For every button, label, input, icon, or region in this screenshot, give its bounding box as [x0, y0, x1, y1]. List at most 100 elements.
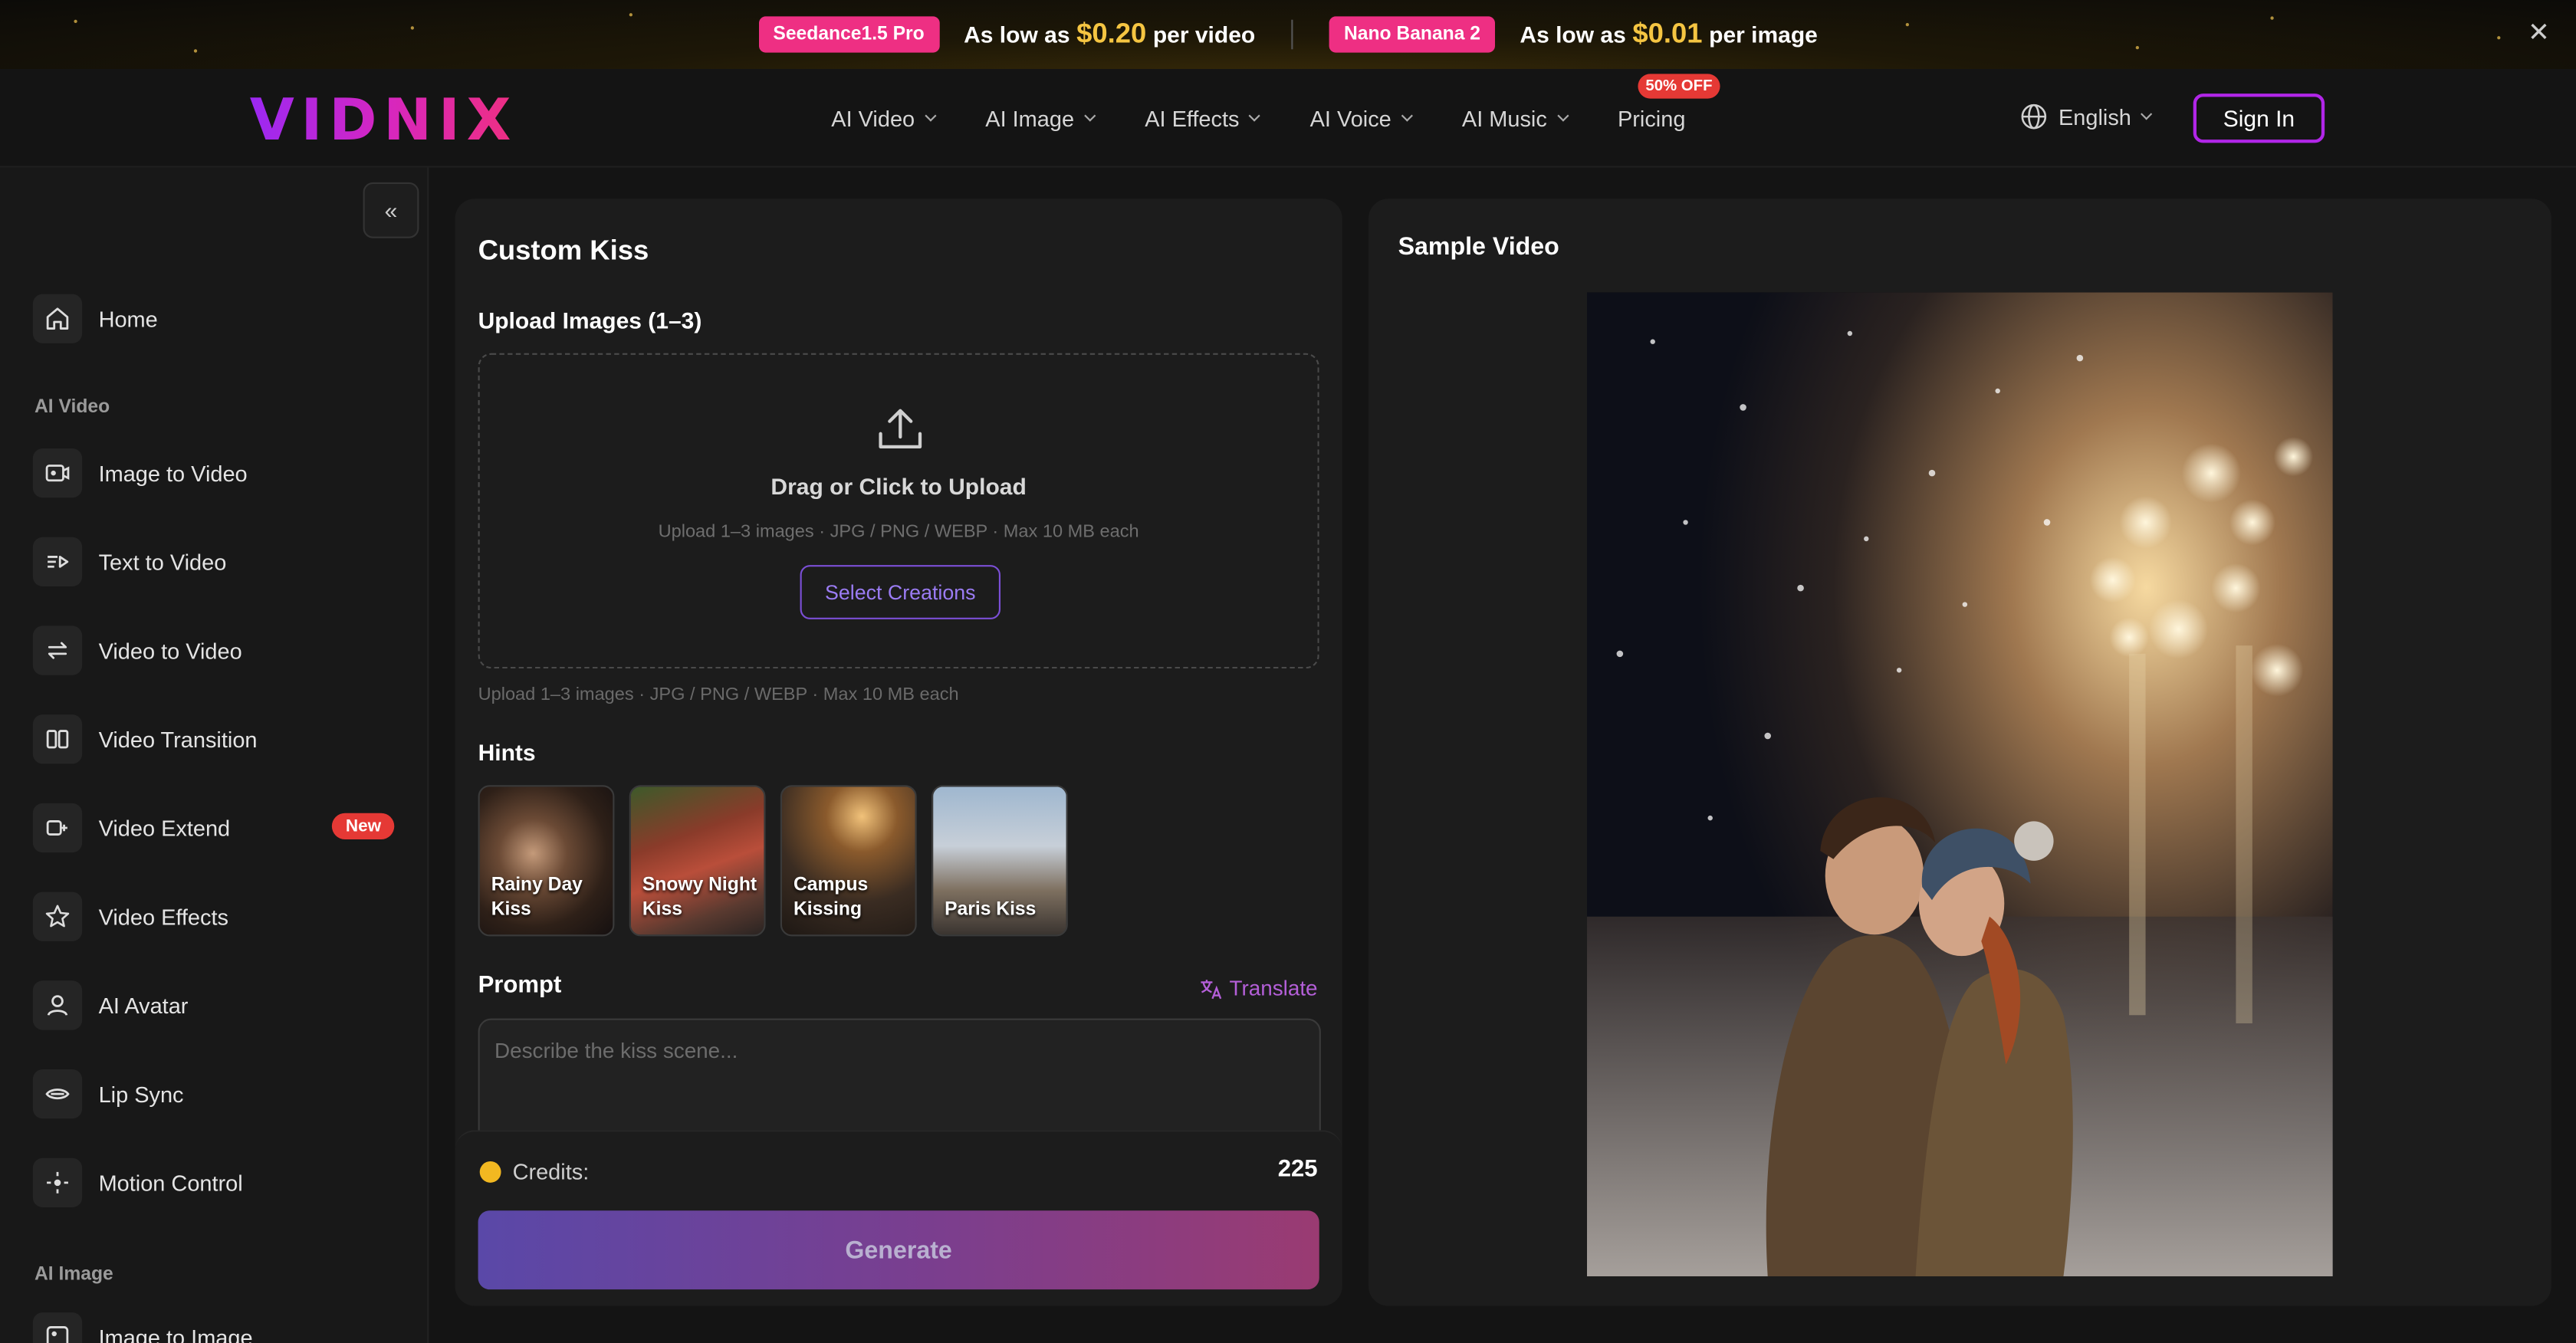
promo-seedance[interactable]: Seedance1.5 Pro As low as $0.20 per vide…: [758, 16, 1256, 53]
sparkle: [193, 49, 198, 53]
translate-button[interactable]: Translate: [1200, 976, 1318, 1000]
chevron-down-icon: [1249, 110, 1261, 122]
svg-text:VIDNIX: VIDNIX: [250, 87, 513, 149]
sample-video-frame: [1587, 292, 2333, 1276]
hint-snowy-night-kiss[interactable]: Snowy Night Kiss: [629, 785, 766, 937]
select-creations-button[interactable]: Select Creations: [800, 565, 1001, 619]
app-root: Seedance1.5 Pro As low as $0.20 per vide…: [0, 0, 2576, 1343]
promo-nano-banana[interactable]: Nano Banana 2 As low as $0.01 per image: [1329, 16, 1818, 53]
discount-badge: 50% OFF: [1637, 73, 1721, 98]
vidnix-logo[interactable]: VIDNIX: [250, 87, 516, 149]
custom-kiss-panel: Custom Kiss Upload Images (1–3) Drag or …: [455, 199, 1342, 1306]
sidebar-item-video-to-video[interactable]: Video to Video: [32, 624, 394, 677]
sidebar-item-motion-control[interactable]: Motion Control: [32, 1157, 394, 1210]
nav-ai-effects[interactable]: AI Effects: [1145, 106, 1261, 131]
translate-label: Translate: [1229, 975, 1318, 1000]
promo-suffix: per image: [1709, 21, 1818, 48]
sidebar-item-video-extend[interactable]: Video Extend New: [32, 802, 395, 855]
nav-pricing[interactable]: Pricing 50% OFF: [1617, 73, 1721, 131]
hint-label: Paris Kiss: [945, 900, 1037, 920]
sidebar-item-label: Motion Control: [98, 1170, 243, 1195]
nav-ai-voice[interactable]: AI Voice: [1309, 106, 1413, 131]
promo-suffix: per video: [1152, 21, 1256, 48]
sample-video-player[interactable]: [1587, 292, 2333, 1276]
sidebar-item-home[interactable]: Home: [32, 292, 394, 345]
generate-button[interactable]: Generate: [478, 1210, 1319, 1290]
sparkle: [74, 19, 77, 23]
sidebar-item-image-to-image[interactable]: Image to Image: [32, 1311, 394, 1343]
lip-sync-icon: [32, 1069, 83, 1119]
hint-rainy-day-kiss[interactable]: Rainy Day Kiss: [478, 785, 615, 937]
nav-label: AI Image: [985, 106, 1075, 131]
chevron-down-icon: [1083, 110, 1096, 122]
nav-label: Pricing: [1617, 106, 1686, 131]
sample-video-panel: Sample Video: [1368, 199, 2551, 1306]
credits-label: Credits:: [512, 1159, 590, 1184]
sidebar-item-label: AI Avatar: [98, 993, 189, 1018]
user-icon: [32, 980, 83, 1030]
chevron-down-icon: [1556, 110, 1569, 122]
chevron-down-icon: [924, 110, 937, 122]
hints-heading: Hints: [478, 739, 536, 766]
sidebar-item-lip-sync[interactable]: Lip Sync: [32, 1068, 394, 1121]
dropzone-subtext: Upload 1–3 images · JPG / PNG / WEBP · M…: [658, 522, 1139, 543]
hint-campus-kissing[interactable]: Campus Kissing: [780, 785, 917, 937]
upload-note: Upload 1–3 images · JPG / PNG / WEBP · M…: [478, 685, 959, 705]
home-icon: [32, 294, 83, 343]
promo-badge-nano: Nano Banana 2: [1329, 16, 1496, 53]
sparkle: [2270, 16, 2274, 20]
promo-banner[interactable]: Seedance1.5 Pro As low as $0.20 per vide…: [0, 0, 2576, 69]
nav-ai-music[interactable]: AI Music: [1461, 106, 1569, 131]
language-label: English: [2058, 104, 2131, 130]
sidebar-item-text-to-video[interactable]: Text to Video: [32, 536, 394, 589]
upload-dropzone[interactable]: Drag or Click to Upload Upload 1–3 image…: [478, 353, 1319, 669]
hint-paris-kiss[interactable]: Paris Kiss: [932, 785, 1068, 937]
video-to-video-icon: [32, 626, 83, 675]
sparkle: [629, 13, 632, 17]
sidebar-section-ai-video: AI Video: [34, 397, 110, 418]
chevron-down-icon: [2141, 108, 2153, 120]
promo-divider: [1291, 19, 1293, 50]
promo-price: $0.01: [1632, 18, 1703, 50]
motion-control-icon: [32, 1157, 83, 1207]
nav-label: AI Video: [831, 106, 915, 131]
double-chevron-left-icon: «: [384, 197, 398, 224]
sparkle: [2135, 46, 2139, 50]
page-title: Custom Kiss: [478, 235, 649, 267]
nav-label: AI Music: [1461, 106, 1547, 131]
collapse-sidebar-button[interactable]: «: [363, 182, 419, 238]
nav-ai-video[interactable]: AI Video: [831, 106, 937, 131]
image-to-image-icon: [32, 1312, 83, 1343]
sidebar-item-label: Video Transition: [98, 727, 258, 752]
hint-label: Campus Kissing: [794, 875, 869, 920]
language-selector[interactable]: English: [2021, 103, 2153, 130]
nav-label: AI Effects: [1145, 106, 1240, 131]
hint-label: Rainy Day Kiss: [491, 875, 583, 920]
sign-in-button[interactable]: Sign In: [2193, 94, 2325, 143]
sidebar-item-label: Text to Video: [98, 549, 227, 574]
hint-label: Snowy Night Kiss: [642, 875, 757, 920]
top-header: VIDNIX AI Video AI Image AI Effects AI V…: [0, 69, 2576, 168]
credits-value: 225: [1277, 1156, 1318, 1183]
generate-bar: Credits: 225 Generate: [455, 1130, 1342, 1306]
sidebar-item-video-transition[interactable]: Video Transition: [32, 713, 394, 766]
sidebar-item-label: Video Extend: [98, 815, 231, 841]
translate-icon: [1201, 979, 1222, 999]
sparkle: [2497, 36, 2501, 40]
sidebar-item-video-effects[interactable]: Video Effects: [32, 890, 394, 943]
nav-label: AI Voice: [1309, 106, 1392, 131]
sparkle: [1905, 23, 1909, 27]
sidebar-item-label: Image to Image: [98, 1325, 253, 1343]
sidebar-item-ai-avatar[interactable]: AI Avatar: [32, 979, 394, 1032]
close-icon[interactable]: ✕: [2528, 21, 2550, 48]
image-to-video-icon: [32, 448, 83, 498]
sidebar-item-label: Home: [98, 306, 158, 331]
sparkle: [410, 26, 414, 30]
nav-ai-image[interactable]: AI Image: [985, 106, 1096, 131]
upload-icon: [879, 409, 922, 448]
sidebar-item-label: Lip Sync: [98, 1082, 184, 1107]
promo-price: $0.20: [1076, 18, 1147, 50]
video-extend-icon: [32, 803, 83, 853]
sidebar-item-image-to-video[interactable]: Image to Video: [32, 447, 394, 500]
new-badge: New: [332, 813, 395, 839]
